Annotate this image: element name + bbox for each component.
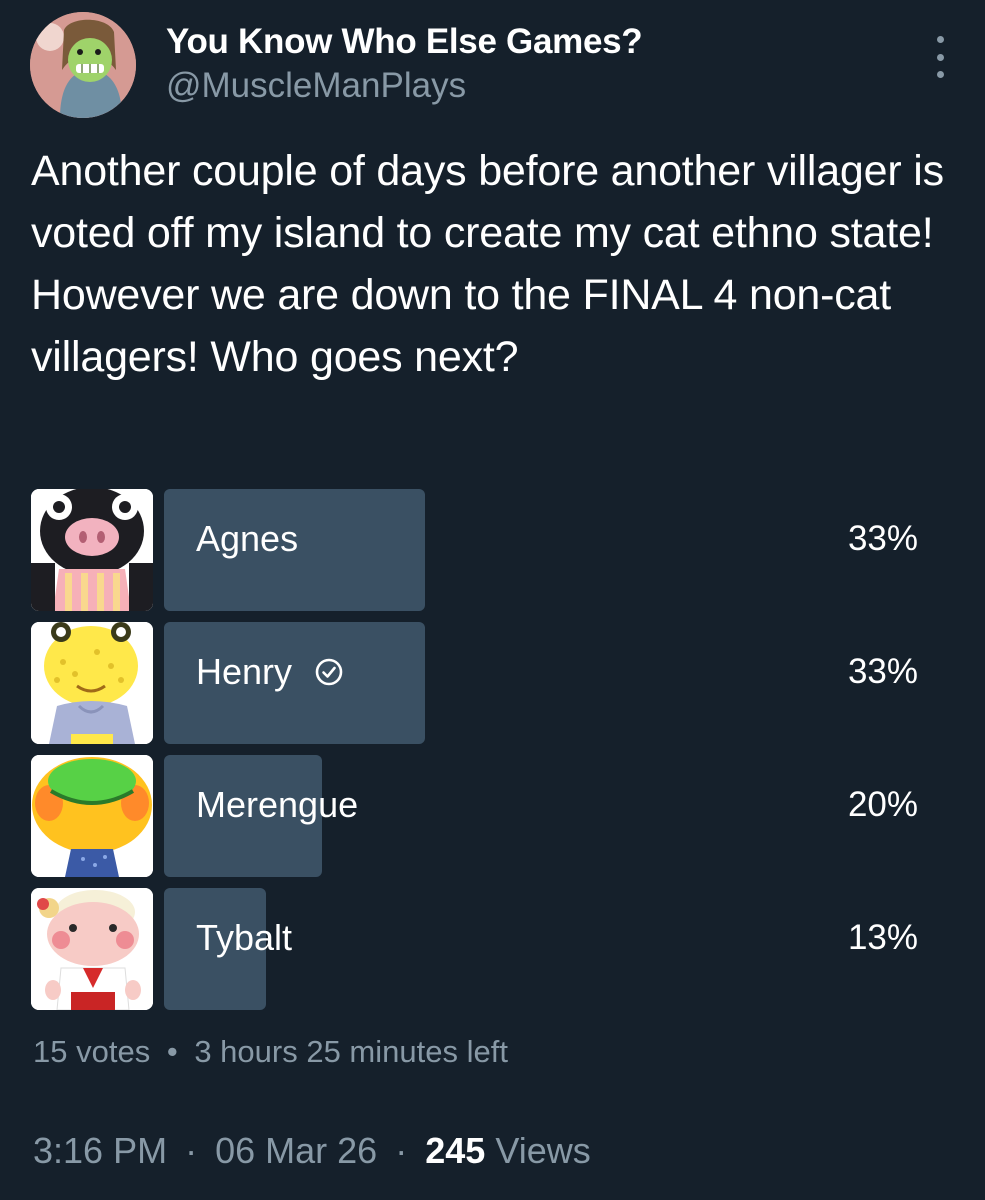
poll-option-label: Merengue	[196, 755, 358, 855]
views-count: 245	[425, 1130, 486, 1171]
poll-option-text: Henry	[196, 651, 293, 692]
cartoon-avatar-icon	[30, 12, 136, 118]
poll-option[interactable]: Tybalt 13%	[31, 888, 921, 1010]
poll-time-left: 3 hours 25 minutes left	[194, 1034, 508, 1069]
poll-votes: 15 votes	[33, 1034, 151, 1069]
menu-dot	[936, 36, 944, 43]
menu-dot	[936, 53, 944, 61]
poll-option-percent: 13%	[847, 918, 918, 957]
merengue-villager-icon	[31, 755, 153, 877]
tybalt-villager-icon	[31, 888, 153, 1010]
poll-option-percent: 20%	[847, 785, 918, 824]
avatar[interactable]	[30, 12, 136, 118]
check-circle-icon	[314, 657, 344, 687]
agnes-villager-icon	[31, 489, 153, 611]
poll: Agnes 33% Henry 33% Merengue 20% Tybalt …	[31, 489, 921, 1021]
tweet-text: Another couple of days before another vi…	[31, 147, 944, 381]
user-handle[interactable]: @MuscleManPlays	[166, 64, 642, 108]
separator: ·	[185, 1130, 198, 1171]
author-info[interactable]: You Know Who Else Games? @MuscleManPlays	[166, 20, 643, 108]
tweet-time[interactable]: 3:16 PM	[33, 1130, 167, 1171]
poll-option-text: Agnes	[196, 518, 299, 559]
poll-footer: 15 votes • 3 hours 25 minutes left	[33, 1034, 508, 1070]
poll-option-text: Merengue	[196, 784, 359, 825]
poll-option-label: Henry	[196, 622, 344, 722]
separator: ·	[395, 1130, 408, 1171]
tweet-meta: 3:16 PM · 06 Mar 26 · 245 Views	[33, 1130, 591, 1172]
menu-dot	[936, 71, 944, 78]
poll-option-text: Tybalt	[196, 917, 293, 958]
tweet-header: You Know Who Else Games? @MuscleManPlays	[30, 12, 955, 118]
more-vertical-icon[interactable]	[925, 32, 955, 82]
poll-option-label: Agnes	[196, 489, 298, 589]
views-label: Views	[495, 1130, 591, 1171]
henry-villager-icon	[31, 622, 153, 744]
poll-option-percent: 33%	[847, 652, 918, 691]
separator: •	[166, 1034, 178, 1069]
poll-option[interactable]: Merengue 20%	[31, 755, 921, 877]
poll-option-label: Tybalt	[196, 888, 292, 988]
poll-option-percent: 33%	[847, 519, 918, 558]
display-name[interactable]: You Know Who Else Games?	[166, 20, 643, 64]
tweet-date[interactable]: 06 Mar 26	[215, 1130, 377, 1171]
poll-option[interactable]: Agnes 33%	[31, 489, 921, 611]
poll-option[interactable]: Henry 33%	[31, 622, 921, 744]
